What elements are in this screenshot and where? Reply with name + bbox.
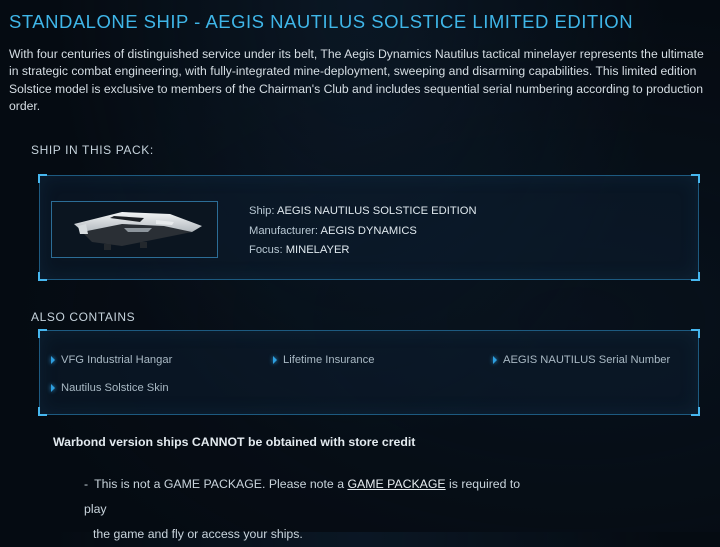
manufacturer-value: AEGIS DYNAMICS — [320, 224, 417, 237]
frame-corner — [691, 174, 700, 183]
item-label: VFG Industrial Hangar — [61, 354, 173, 366]
frame-corner — [691, 407, 700, 416]
warbond-notice: Warbond version ships CANNOT be obtained… — [53, 435, 416, 449]
item-label: Nautilus Solstice Skin — [61, 382, 169, 394]
note-prefix: This is not a GAME PACKAGE. Please note … — [94, 477, 345, 491]
item-label: AEGIS NAUTILUS Serial Number — [503, 354, 671, 366]
ship-name-row: Ship: AEGIS NAUTILUS SOLSTICE EDITION — [249, 202, 477, 222]
bullet-icon — [51, 384, 55, 392]
note-continuation: the game and fly or access your ships. — [93, 527, 303, 541]
bullet-icon — [273, 356, 277, 364]
frame-corner — [38, 407, 47, 416]
bullet-icon — [51, 356, 55, 364]
ship-value: AEGIS NAUTILUS SOLSTICE EDITION — [277, 205, 477, 217]
frame-corner — [38, 329, 47, 338]
item-label: Lifetime Insurance — [283, 354, 375, 366]
manufacturer-row: Manufacturer: AEGIS DYNAMICS — [249, 222, 477, 242]
game-package-link[interactable]: GAME PACKAGE — [347, 477, 445, 491]
frame-corner — [691, 272, 700, 281]
ship-section-label: SHIP IN THIS PACK: — [31, 143, 154, 157]
ship-label: Ship: — [249, 205, 275, 217]
focus-row: Focus: MINELAYER — [249, 241, 477, 261]
focus-label: Focus: — [249, 244, 283, 256]
frame-corner — [38, 174, 47, 183]
also-contains-label: ALSO CONTAINS — [31, 310, 136, 324]
dash-icon: - — [84, 477, 89, 491]
list-item: AEGIS NAUTILUS Serial Number — [493, 354, 670, 366]
ship-image-icon — [74, 212, 202, 250]
ship-info: Ship: AEGIS NAUTILUS SOLSTICE EDITION Ma… — [249, 202, 477, 261]
frame-corner — [38, 272, 47, 281]
ship-panel: Ship: AEGIS NAUTILUS SOLSTICE EDITION Ma… — [38, 174, 700, 281]
page-title: STANDALONE SHIP - AEGIS NAUTILUS SOLSTIC… — [9, 11, 634, 32]
ship-thumbnail[interactable] — [51, 201, 218, 258]
frame-corner — [691, 329, 700, 338]
pack-description: With four centuries of distinguished ser… — [9, 47, 704, 114]
also-contains-panel: VFG Industrial Hangar Lifetime Insurance… — [38, 329, 700, 416]
list-item: VFG Industrial Hangar — [51, 354, 172, 366]
list-item: Nautilus Solstice Skin — [51, 382, 169, 394]
focus-value: MINELAYER — [285, 244, 350, 256]
list-item: Lifetime Insurance — [273, 354, 374, 366]
manufacturer-label: Manufacturer: — [249, 224, 319, 237]
bullet-icon — [493, 356, 497, 364]
game-package-note: - This is not a GAME PACKAGE. Please note… — [84, 472, 544, 547]
